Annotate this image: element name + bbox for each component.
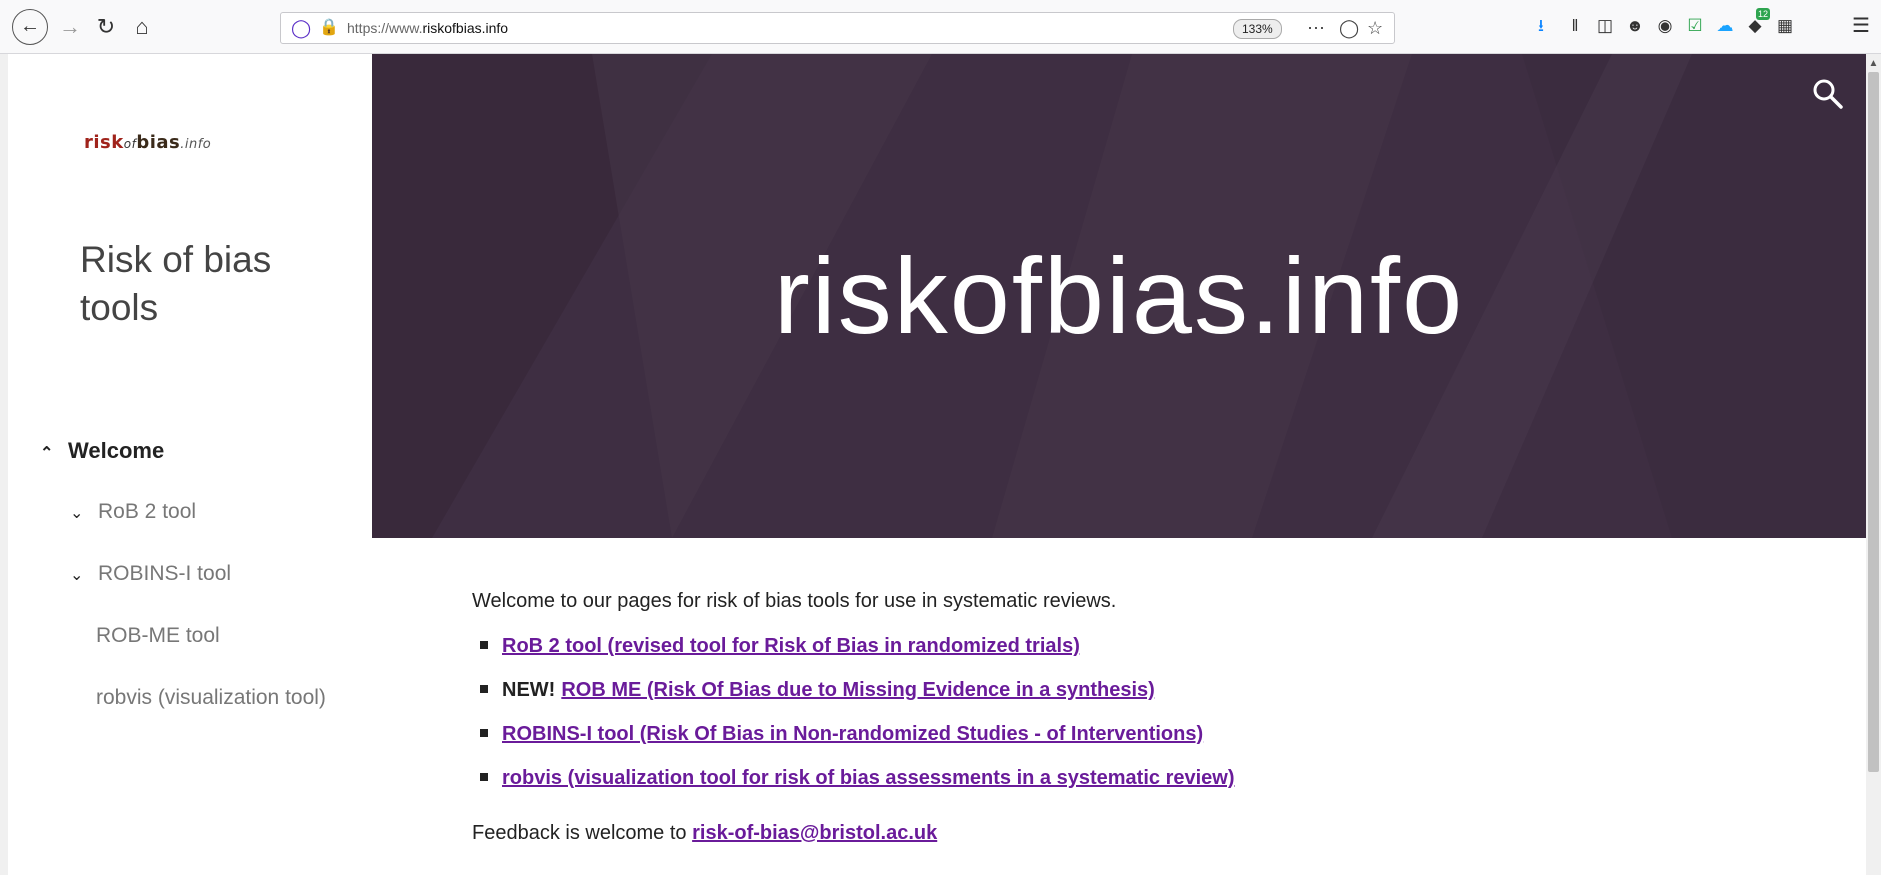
hero-title: riskofbias.info <box>773 235 1465 356</box>
library-icon[interactable]: ‖ <box>1564 14 1586 38</box>
url-domain: riskofbias.info <box>422 20 509 36</box>
account-icon[interactable]: ☻ <box>1624 14 1646 38</box>
extension-tally-icon[interactable]: ▦ <box>1774 14 1796 38</box>
hero-banner: riskofbias.info <box>372 54 1866 538</box>
sidebar: riskofbias.info Risk of bias tools ⌃ Welc… <box>0 54 372 875</box>
sidebar-item-label: Welcome <box>68 438 165 463</box>
bullet-icon <box>480 684 488 693</box>
bookmark-star-icon[interactable]: ☆ <box>1367 13 1383 43</box>
list-item: robvis (visualization tool for risk of b… <box>480 764 1235 808</box>
list-item: ROBINS-I tool (Risk Of Bias in Non-rando… <box>480 720 1235 764</box>
search-icon[interactable] <box>1810 76 1844 110</box>
bullet-icon <box>480 728 488 737</box>
page-scrollbar[interactable]: ▲ <box>1866 54 1881 875</box>
menu-icon[interactable]: ☰ <box>1850 14 1872 38</box>
logo-text-of: of <box>123 137 137 151</box>
sidebar-item-label: ROBINS-I tool <box>98 562 232 585</box>
chevron-down-icon[interactable]: ⌄ <box>70 565 92 585</box>
sidebar-item-robins-i[interactable]: ⌄ ROBINS-I tool <box>70 562 231 586</box>
url-text[interactable]: https://www.riskofbias.info <box>347 13 508 43</box>
feedback-prefix: Feedback is welcome to <box>472 822 687 844</box>
link-robins-i[interactable]: ROBINS-I tool (Risk Of Bias in Non-rando… <box>502 723 1203 745</box>
link-rob2[interactable]: RoB 2 tool (revised tool for Risk of Bia… <box>502 635 1080 657</box>
sidebar-item-rob2[interactable]: ⌄ RoB 2 tool <box>70 500 196 524</box>
scroll-thumb[interactable] <box>1868 72 1879 772</box>
url-prefix: https://www. <box>347 20 423 36</box>
chevron-down-icon[interactable]: ⌄ <box>70 503 92 523</box>
logo-text-info: .info <box>180 137 212 152</box>
sidebar-item-welcome[interactable]: ⌃ Welcome <box>40 438 164 464</box>
scroll-up-icon[interactable]: ▲ <box>1866 58 1881 69</box>
bullet-icon <box>480 772 488 781</box>
sidebar-item-label: ROB-ME tool <box>96 624 220 647</box>
feedback-text: Feedback is welcome to risk-of-bias@bris… <box>472 822 937 845</box>
sidebar-item-label: RoB 2 tool <box>98 500 197 523</box>
page-actions-icon[interactable]: ⋯ <box>1307 13 1325 43</box>
sidebar-item-rob-me[interactable]: ROB-ME tool <box>96 624 220 648</box>
back-button[interactable]: ← <box>12 9 48 45</box>
extension-badge-count: 12 <box>1756 8 1771 20</box>
tools-link-list: RoB 2 tool (revised tool for Risk of Bia… <box>480 632 1235 808</box>
pocket-icon[interactable]: ◯ <box>1339 13 1359 43</box>
list-item: NEW! ROB ME (Risk Of Bias due to Missing … <box>480 676 1235 720</box>
lock-icon[interactable]: 🔒 <box>319 13 339 43</box>
chevron-up-icon[interactable]: ⌃ <box>40 443 62 463</box>
intro-text: Welcome to our pages for risk of bias to… <box>472 590 1117 612</box>
extension-badge-icon[interactable]: ◆ 12 <box>1744 8 1771 38</box>
list-item: RoB 2 tool (revised tool for Risk of Bia… <box>480 632 1235 676</box>
home-button[interactable]: ⌂ <box>128 11 156 43</box>
bullet-icon <box>480 640 488 649</box>
feedback-email-link[interactable]: risk-of-bias@bristol.ac.uk <box>692 822 937 844</box>
new-label: NEW! <box>502 679 556 701</box>
logo-text-bias: bias <box>136 132 181 153</box>
zoom-badge[interactable]: 133% <box>1233 19 1282 39</box>
sidebar-item-label: robvis (visualization tool) <box>96 686 326 709</box>
extension-cloud-icon[interactable]: ☁ <box>1714 14 1736 38</box>
forward-button[interactable]: → <box>56 11 84 43</box>
tracking-protection-icon[interactable]: ◯ <box>291 13 311 43</box>
site-title[interactable]: Risk of bias tools <box>80 236 340 332</box>
download-icon[interactable]: ⭳ <box>1530 14 1552 38</box>
extension-github-icon[interactable]: ◉ <box>1654 14 1676 38</box>
extension-check-icon[interactable]: ☑ <box>1684 14 1706 38</box>
sidebar-icon[interactable]: ◫ <box>1594 14 1616 38</box>
logo-text-risk: risk <box>84 132 124 153</box>
link-rob-me[interactable]: ROB ME (Risk Of Bias due to Missing Evid… <box>561 679 1154 701</box>
site-logo[interactable]: riskofbias.info <box>84 132 211 153</box>
url-bar[interactable]: ◯ 🔒 https://www.riskofbias.info 133% ⋯ ◯… <box>280 12 1395 44</box>
sidebar-item-robvis[interactable]: robvis (visualization tool) <box>96 686 326 710</box>
browser-toolbar: ← → ↻ ⌂ ◯ 🔒 https://www.riskofbias.info … <box>0 0 1881 54</box>
reload-button[interactable]: ↻ <box>92 11 120 43</box>
link-robvis[interactable]: robvis (visualization tool for risk of b… <box>502 767 1235 789</box>
